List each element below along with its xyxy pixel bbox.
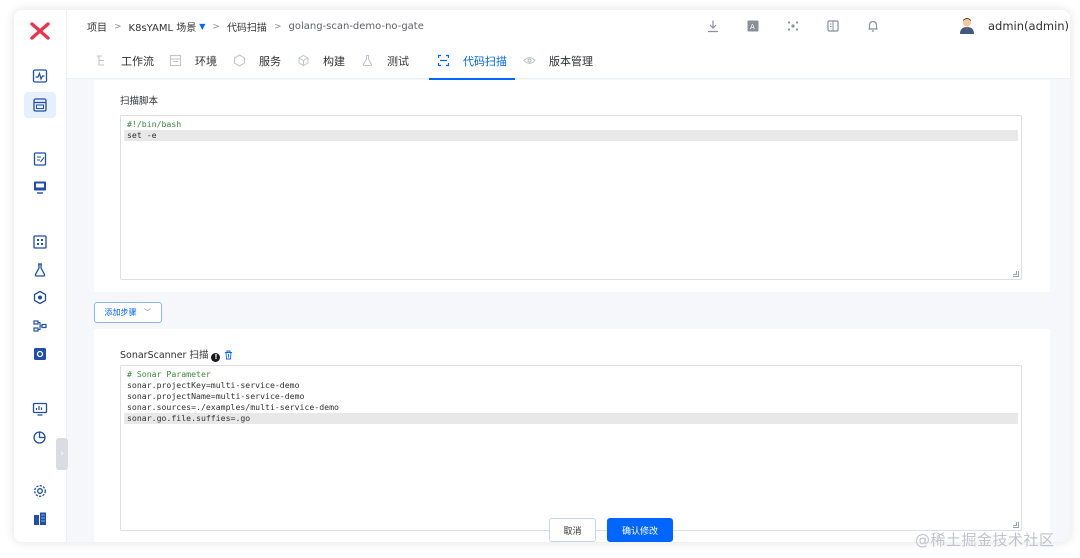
- build-icon: [296, 54, 310, 68]
- watermark: @稀土掘金技术社区: [915, 531, 1055, 549]
- code-line: sonar.projectName=multi-service-demo: [127, 391, 305, 401]
- scan-script-editor[interactable]: #!/bin/bash set -e: [120, 115, 1022, 280]
- trash-icon[interactable]: [224, 350, 233, 360]
- breadcrumb-separator: >: [212, 21, 220, 32]
- code-line: sonar.projectKey=multi-service-demo: [127, 380, 300, 390]
- resize-handle[interactable]: [1013, 271, 1019, 277]
- translate-icon[interactable]: A: [745, 18, 761, 34]
- sonar-scanner-card: SonarScanner 扫描! # Sonar Parameter sonar…: [94, 329, 1050, 542]
- tab-label: 工作流: [121, 54, 154, 68]
- pie-chart-icon[interactable]: [31, 428, 49, 446]
- user-name[interactable]: admin(admin): [988, 19, 1069, 33]
- code-line: sonar.sources=./examples/multi-service-d…: [127, 402, 339, 412]
- building-icon[interactable]: [31, 510, 49, 528]
- project-icon[interactable]: [24, 92, 56, 118]
- app-window: › 项目 > K8sYAML 场景 ▼ > 代码扫描 > golang-scan…: [14, 10, 1070, 542]
- module-tabs: 工作流 环境 服务 构建 测试 代码扫描 版本管理: [67, 42, 1070, 80]
- top-bar: 项目 > K8sYAML 场景 ▼ > 代码扫描 > golang-scan-d…: [67, 10, 1070, 42]
- tab-label: 版本管理: [549, 54, 593, 68]
- workflow-icon: [94, 54, 108, 68]
- sidebar-collapse-toggle[interactable]: ›: [56, 438, 68, 470]
- cancel-button[interactable]: 取消: [549, 518, 596, 542]
- tab-service[interactable]: 服务: [232, 42, 281, 79]
- flask-icon[interactable]: [31, 261, 49, 279]
- breadcrumb-separator: >: [114, 21, 122, 32]
- breadcrumb-current: golang-scan-demo-no-gate: [288, 21, 424, 32]
- resize-handle[interactable]: [1013, 522, 1019, 528]
- pipeline-icon[interactable]: [31, 317, 49, 335]
- document-icon[interactable]: [31, 150, 49, 168]
- download-icon[interactable]: [705, 18, 721, 34]
- tab-label: 测试: [387, 54, 409, 68]
- info-icon[interactable]: !: [211, 353, 221, 362]
- document-link-icon[interactable]: [825, 18, 841, 34]
- scan-script-card: 扫描脚本 #!/bin/bash set -e: [94, 80, 1050, 292]
- plugin-icon[interactable]: [785, 18, 801, 34]
- svg-text:A: A: [750, 23, 755, 31]
- test-flask-icon: [360, 54, 374, 68]
- add-step-label: 添加步骤: [104, 308, 137, 317]
- bell-icon[interactable]: [865, 18, 881, 34]
- add-step-dropdown[interactable]: 添加步骤 ﹀: [94, 302, 162, 323]
- version-icon: [522, 54, 536, 68]
- code-line-current: set -e: [124, 130, 1018, 141]
- artifact-icon[interactable]: [31, 289, 49, 307]
- breadcrumb-code-scan[interactable]: 代码扫描: [227, 19, 267, 34]
- tab-version[interactable]: 版本管理: [522, 42, 593, 79]
- breadcrumb: 项目 > K8sYAML 场景 ▼ > 代码扫描 > golang-scan-d…: [87, 19, 424, 34]
- code-line: #!/bin/bash: [127, 119, 182, 129]
- tab-workflow[interactable]: 工作流: [94, 42, 154, 79]
- code-line: # Sonar Parameter: [127, 369, 211, 379]
- scan-script-label: 扫描脚本: [120, 96, 159, 107]
- sonar-parameter-editor[interactable]: # Sonar Parameter sonar.projectKey=multi…: [120, 365, 1022, 531]
- breadcrumb-projects[interactable]: 项目: [87, 19, 107, 34]
- gear-icon[interactable]: [31, 482, 49, 500]
- chevron-down-icon: ﹀: [143, 308, 152, 317]
- breadcrumb-separator: >: [273, 21, 282, 32]
- code-scan-icon: [436, 54, 450, 68]
- code-line-current: sonar.go.file.suffies=.go: [124, 413, 1018, 424]
- sonar-step-title: SonarScanner 扫描!: [120, 347, 233, 362]
- tab-environment[interactable]: 环境: [168, 42, 217, 79]
- service-icon: [232, 54, 246, 68]
- avatar[interactable]: [959, 17, 975, 35]
- grid-icon[interactable]: [31, 233, 49, 251]
- breadcrumb-project-name[interactable]: K8sYAML 场景: [129, 19, 197, 34]
- pulse-icon[interactable]: [31, 67, 49, 85]
- sonar-step-label: SonarScanner 扫描: [120, 350, 209, 361]
- tab-build[interactable]: 构建: [296, 42, 345, 79]
- settings-box-icon[interactable]: [31, 345, 49, 363]
- confirm-button[interactable]: 确认修改: [607, 518, 673, 542]
- left-sidebar: ›: [14, 10, 68, 542]
- tab-test[interactable]: 测试: [360, 42, 409, 79]
- tab-code-scan[interactable]: 代码扫描: [429, 42, 515, 80]
- tab-label: 服务: [259, 54, 281, 68]
- tab-label: 构建: [323, 54, 345, 68]
- monitor-icon[interactable]: [31, 400, 49, 418]
- zadig-logo[interactable]: [29, 22, 51, 40]
- tab-label: 环境: [195, 54, 217, 68]
- caret-down-icon[interactable]: ▼: [199, 22, 205, 31]
- environment-icon: [168, 54, 182, 68]
- release-icon[interactable]: [31, 178, 49, 196]
- tab-label: 代码扫描: [463, 54, 507, 68]
